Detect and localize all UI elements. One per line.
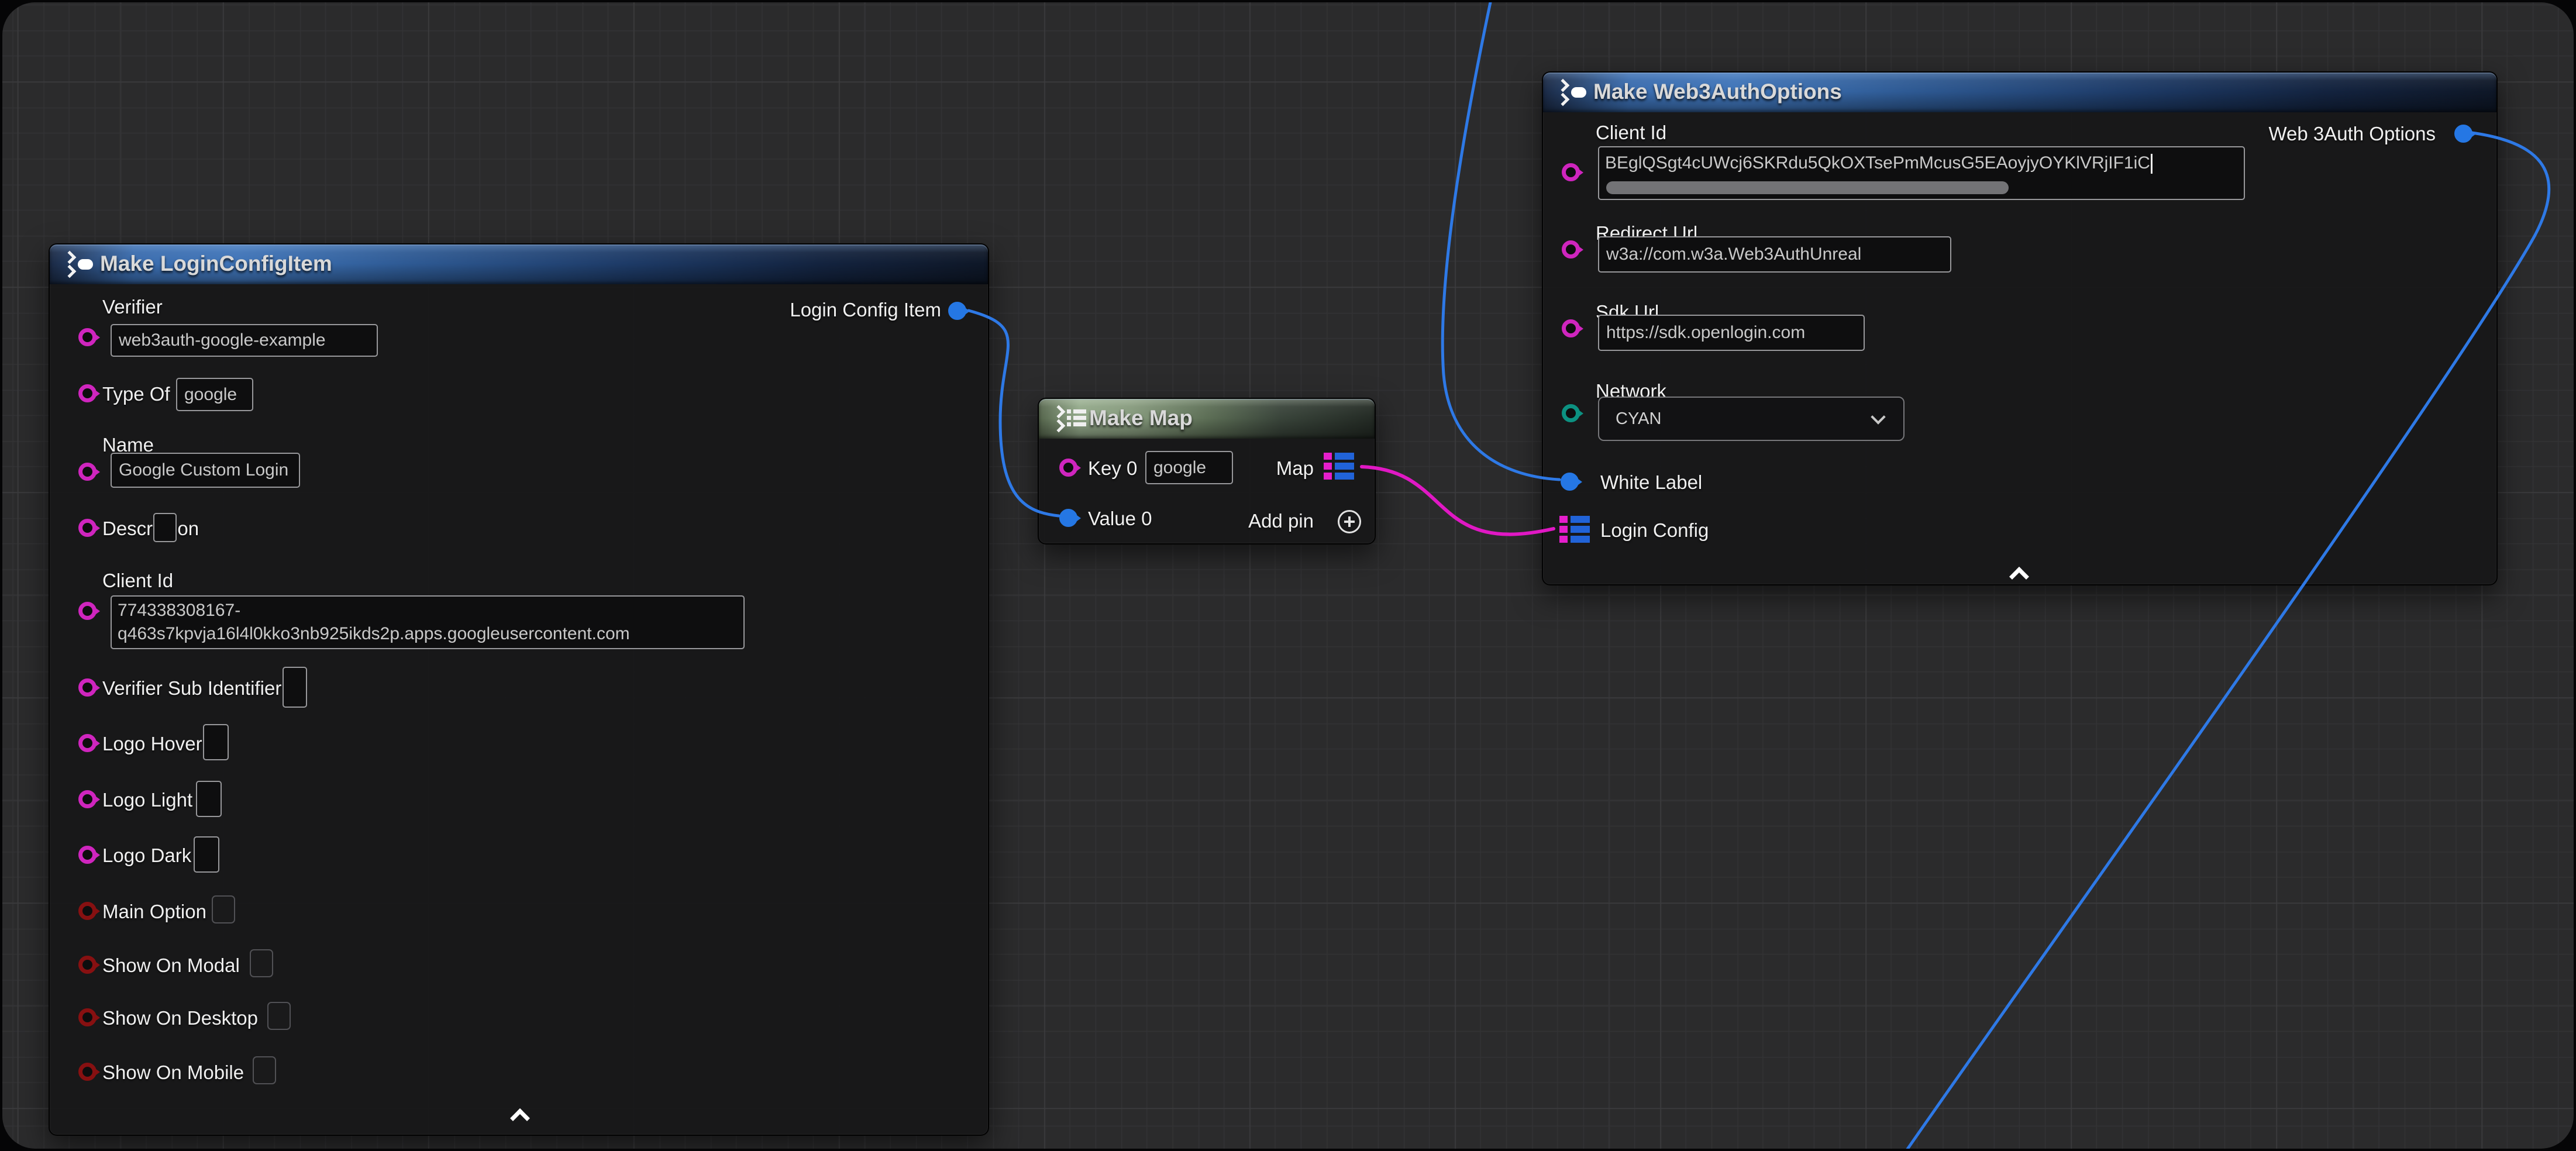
pin-description[interactable] [78, 519, 97, 537]
pin-label-logo-hover: Logo Hover [102, 733, 202, 755]
key-0-input[interactable]: google [1145, 451, 1233, 484]
pin-label-web3auth-options-output: Web 3Auth Options [2268, 123, 2436, 145]
pin-label-main-option: Main Option [102, 901, 206, 923]
description-input[interactable] [153, 513, 177, 542]
pin-logo-light[interactable] [78, 790, 97, 808]
redirect-url-input[interactable]: w3a://com.w3a.Web3AuthUnreal [1598, 236, 1951, 273]
redirect-url-value: w3a://com.w3a.Web3AuthUnreal [1606, 244, 1861, 264]
client-id-input[interactable]: BEglQSgt4cUWcj6SKRdu5QkOXTsePmMcusG5EAoy… [1598, 146, 2245, 200]
node-title: Make Web3AuthOptions [1593, 73, 1842, 111]
verifier-sub-identifier-input[interactable] [283, 667, 307, 708]
type-of-login-value: google [184, 385, 237, 405]
name-input[interactable]: Google Custom Login [111, 453, 300, 488]
pin-show-on-desktop[interactable] [78, 1008, 97, 1026]
pin-label-description: Description [102, 518, 199, 540]
node-make-login-config-item[interactable]: Make LoginConfigItem Login Config Item V… [49, 243, 989, 1136]
make-struct-icon [1557, 81, 1586, 104]
pin-login-config-item-output[interactable] [948, 302, 966, 320]
pin-sdk-url[interactable] [1562, 319, 1580, 337]
node-make-web3auth-options[interactable]: Make Web3AuthOptions Client Id Web 3Auth… [1542, 71, 2498, 585]
main-option-checkbox[interactable] [212, 895, 235, 923]
pin-label-key-0: Key 0 [1088, 457, 1137, 480]
name-value: Google Custom Login [119, 460, 288, 480]
pin-network[interactable] [1562, 404, 1580, 422]
pin-label-logo-dark: Logo Dark [102, 845, 191, 867]
text-cursor [2151, 154, 2153, 174]
pin-label-verifier-sub-identifier: Verifier Sub Identifier [102, 677, 281, 699]
sdk-url-value: https://sdk.openlogin.com [1606, 323, 1805, 343]
network-selected-value: CYAN [1616, 409, 1661, 429]
client-id-scrollbar[interactable] [1606, 181, 2009, 194]
pin-logo-dark[interactable] [78, 846, 97, 864]
chevron-down-icon [1871, 409, 1885, 424]
logo-hover-input[interactable] [203, 724, 229, 760]
pin-label-show-on-desktop: Show On Desktop [102, 1007, 258, 1029]
show-on-modal-checkbox[interactable] [250, 949, 273, 977]
sdk-url-input[interactable]: https://sdk.openlogin.com [1598, 315, 1865, 351]
pin-logo-hover[interactable] [78, 734, 97, 752]
add-pin-icon[interactable] [1338, 510, 1361, 533]
key-0-value: google [1153, 458, 1206, 478]
pin-label-client-id: Client Id [102, 570, 173, 592]
pin-key-0[interactable] [1059, 459, 1077, 477]
pin-redirect-url[interactable] [1562, 240, 1580, 259]
node-header-make-map[interactable]: Make Map [1039, 399, 1375, 439]
pin-client-id[interactable] [78, 602, 97, 620]
pin-name[interactable] [78, 463, 97, 481]
pin-client-id[interactable] [1562, 163, 1580, 181]
make-struct-icon [64, 253, 93, 276]
pin-type-of-login[interactable] [78, 384, 97, 402]
blueprint-graph-canvas[interactable]: Make LoginConfigItem Login Config Item V… [2, 2, 2574, 1149]
pin-label-login-config: Login Config [1600, 519, 1709, 542]
pin-value-0[interactable] [1059, 509, 1077, 527]
pin-label-logo-light: Logo Light [102, 789, 192, 811]
client-id-line1: 774338308167- [118, 599, 738, 622]
pin-verifier-sub-identifier[interactable] [78, 678, 97, 697]
node-header-make-web3auth-options[interactable]: Make Web3AuthOptions [1543, 73, 2496, 112]
show-on-desktop-checkbox[interactable] [267, 1002, 291, 1030]
pin-label-white-label: White Label [1600, 471, 1702, 494]
client-id-line2: q463s7kpvja16l4l0kko3nb925ikds2p.apps.go… [118, 622, 738, 646]
node-make-map[interactable]: Make Map Key 0 google Map Value 0 Add pi… [1038, 398, 1376, 545]
pin-label-map-output: Map [1276, 457, 1314, 480]
pin-verifier[interactable] [78, 328, 97, 346]
add-pin-label: Add pin [1248, 510, 1314, 532]
network-dropdown[interactable]: CYAN [1598, 397, 1905, 441]
client-id-input[interactable]: 774338308167- q463s7kpvja16l4l0kko3nb925… [111, 595, 745, 649]
collapse-node-chevron-icon[interactable] [511, 1107, 528, 1121]
collapse-node-chevron-icon[interactable] [2010, 565, 2027, 579]
pin-main-option[interactable] [78, 902, 97, 920]
make-map-icon [1053, 407, 1082, 430]
node-header-make-login-config-item[interactable]: Make LoginConfigItem [50, 244, 988, 284]
pin-label-verifier: Verifier [102, 296, 163, 318]
node-title: Make Map [1089, 399, 1193, 437]
pin-show-on-mobile[interactable] [78, 1063, 97, 1081]
pin-web3auth-options-output[interactable] [2454, 125, 2472, 143]
logo-dark-input[interactable] [194, 836, 219, 873]
verifier-input[interactable]: web3auth-google-example [111, 324, 378, 357]
pin-white-label[interactable] [1561, 473, 1579, 491]
pin-label-login-config-item-output: Login Config Item [790, 299, 941, 321]
pin-label-value-0: Value 0 [1088, 508, 1152, 530]
logo-light-input[interactable] [196, 781, 222, 817]
show-on-mobile-checkbox[interactable] [253, 1056, 276, 1084]
node-title: Make LoginConfigItem [100, 244, 332, 283]
pin-map-output[interactable] [1324, 453, 1354, 480]
pin-label-show-on-modal: Show On Modal [102, 954, 240, 977]
pin-label-show-on-mobile: Show On Mobile [102, 1062, 244, 1084]
verifier-value: web3auth-google-example [119, 330, 326, 350]
client-id-value: BEglQSgt4cUWcj6SKRdu5QkOXTsePmMcusG5EAoy… [1605, 153, 2150, 173]
pin-show-on-modal[interactable] [78, 956, 97, 974]
wire-map-to-login-config[interactable] [1362, 467, 1554, 535]
pin-login-config[interactable] [1559, 516, 1590, 543]
type-of-login-input[interactable]: google [176, 378, 253, 411]
pin-label-client-id: Client Id [1596, 122, 1666, 144]
